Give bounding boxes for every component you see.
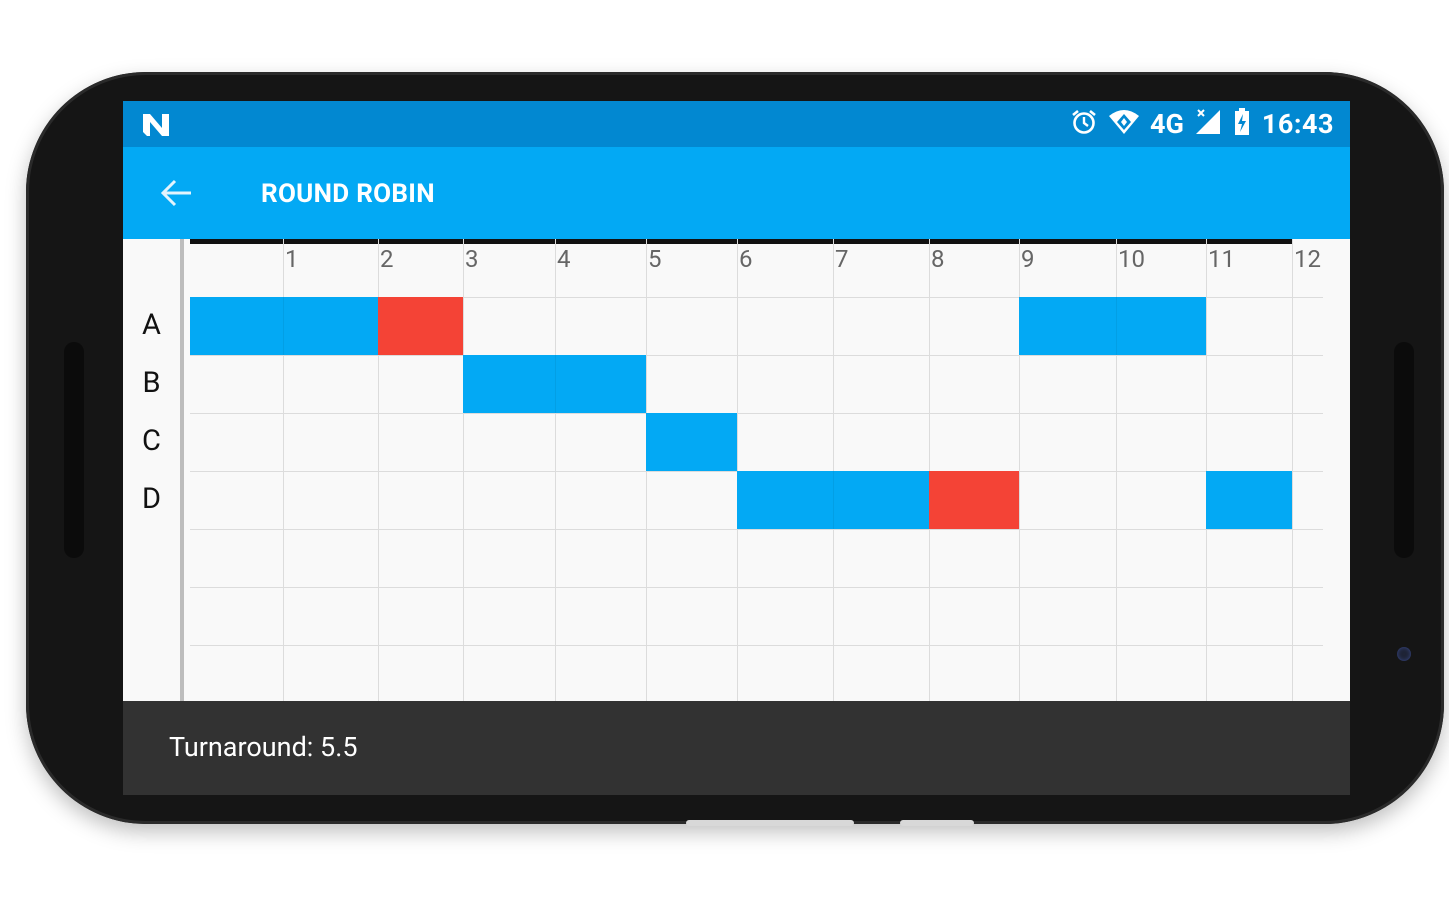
- time-tick-label: 1: [285, 245, 299, 273]
- time-tick-label: 10: [1118, 245, 1145, 273]
- gantt-block-finished: [378, 297, 463, 355]
- grid-vline: [555, 239, 556, 701]
- power-button: [900, 820, 974, 826]
- phone-speaker-left: [64, 342, 84, 558]
- page-title: ROUND ROBIN: [261, 179, 435, 209]
- clock: 16:43: [1261, 108, 1334, 140]
- time-tick-label: 7: [835, 245, 849, 273]
- signal-icon: [1194, 108, 1222, 140]
- gantt-block-running: [190, 297, 378, 355]
- block-cell-separator: [283, 297, 284, 355]
- time-tick-label: 5: [648, 245, 662, 273]
- time-tick-label: 2: [380, 245, 394, 273]
- device-screen: 4G 16:43 ROUND ROBIN 1 2 3 4 5 6 7 8 9 1…: [123, 101, 1350, 795]
- gantt-block-running: [646, 413, 737, 471]
- back-button[interactable]: [157, 175, 197, 211]
- n-logo-icon: [141, 112, 171, 138]
- grid-vline: [929, 239, 930, 701]
- arrow-back-icon: [160, 179, 191, 207]
- time-tick-label: 11: [1208, 245, 1235, 273]
- phone-speaker-right: [1394, 342, 1414, 558]
- status-icons: 4G 16:43: [1070, 108, 1334, 140]
- volume-button: [686, 820, 854, 826]
- grid-hline: [190, 587, 1323, 588]
- block-cell-separator: [833, 471, 834, 529]
- time-tick-label: 4: [557, 245, 571, 273]
- label-divider: [180, 239, 184, 701]
- grid-vline: [1292, 239, 1293, 701]
- gantt-chart: 1 2 3 4 5 6 7 8 9 10 11 12 A B C D: [123, 239, 1350, 704]
- time-tick-label: 6: [739, 245, 753, 273]
- wifi-icon: [1108, 108, 1140, 140]
- gantt-block-running: [1206, 471, 1292, 529]
- process-row-label: B: [142, 366, 161, 400]
- process-row-label: C: [142, 424, 161, 458]
- gantt-block-running: [1019, 297, 1206, 355]
- grid-hline: [190, 355, 1323, 356]
- time-tick-label: 8: [931, 245, 945, 273]
- status-bar: 4G 16:43: [123, 101, 1350, 147]
- process-row-label: D: [141, 482, 162, 516]
- summary-bar: Turnaround: 5.5: [123, 701, 1350, 795]
- grid-hline: [190, 413, 1323, 414]
- battery-charging-icon: [1232, 108, 1252, 140]
- grid-vline: [1206, 239, 1207, 701]
- time-tick-label: 9: [1021, 245, 1035, 273]
- grid-hline: [190, 529, 1323, 530]
- grid-vline: [833, 239, 834, 701]
- network-type: 4G: [1150, 108, 1184, 140]
- grid-vline: [737, 239, 738, 701]
- turnaround-text: Turnaround: 5.5: [169, 731, 358, 763]
- grid-vline: [463, 239, 464, 701]
- process-row-label: A: [142, 308, 161, 342]
- grid-hline: [190, 645, 1323, 646]
- block-cell-separator: [1116, 297, 1117, 355]
- alarm-icon: [1070, 108, 1098, 140]
- gantt-block-finished: [929, 471, 1019, 529]
- time-axis-rule: [190, 239, 1292, 244]
- time-tick-label: 3: [465, 245, 479, 273]
- front-camera: [1397, 647, 1411, 661]
- time-tick-label: 12: [1294, 245, 1321, 273]
- app-bar: ROUND ROBIN: [123, 147, 1350, 239]
- block-cell-separator: [555, 355, 556, 413]
